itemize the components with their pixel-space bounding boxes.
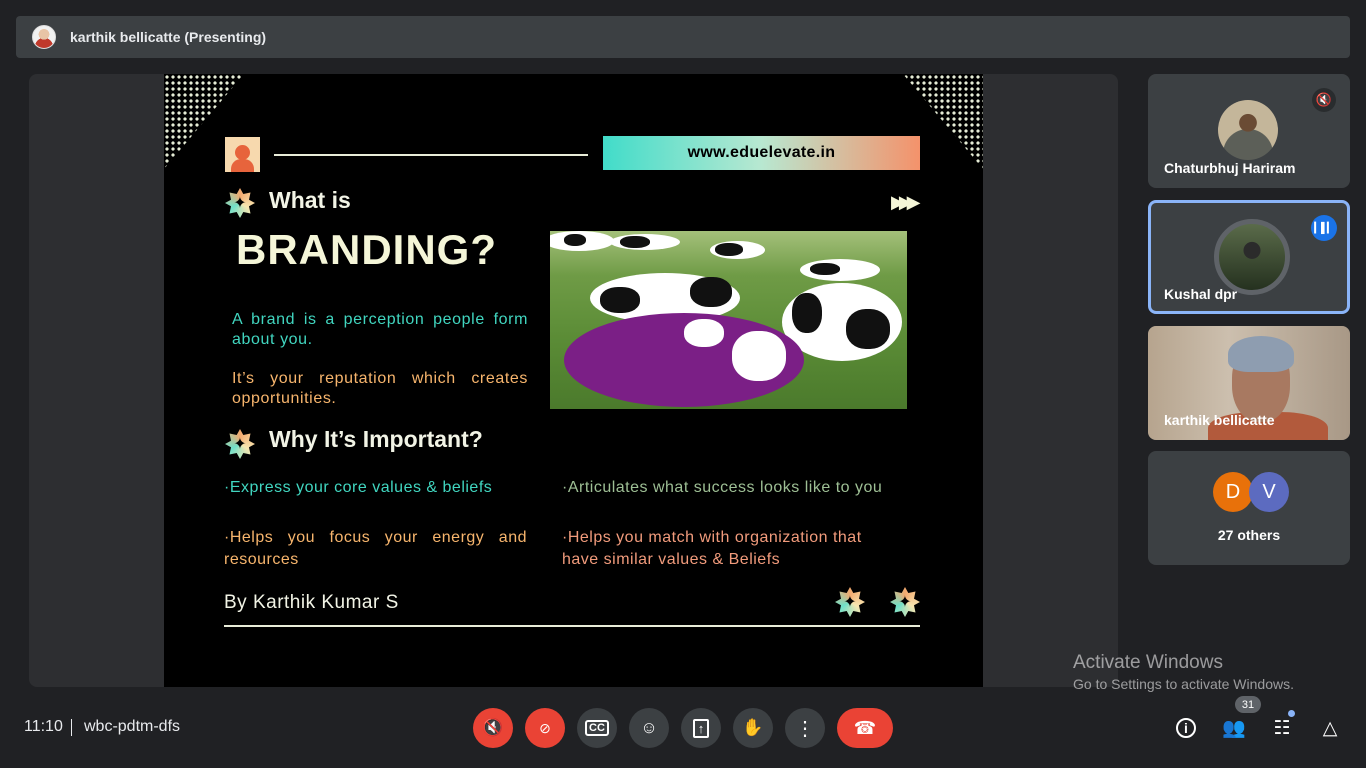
footer-divider [224,625,920,627]
activate-windows-title: Activate Windows [1073,652,1223,673]
raise-hand-button[interactable]: ✋ [733,708,773,748]
avatar: V [1249,472,1289,512]
others-count-label: 27 others [1217,527,1281,543]
participant-tile-others[interactable]: D V 27 others [1148,451,1350,565]
mic-off-icon: 🔇 [482,718,504,737]
bullet-match: ·Helps you match with organization that … [562,529,862,568]
presenter-bar: karthik bellicatte (Presenting) [16,16,1350,58]
participant-name: Chaturbhuj Hariram [1164,160,1296,176]
people-count-badge: 31 [1235,696,1261,713]
participant-avatar [1218,100,1278,160]
presenter-avatar [32,25,56,49]
chat-button[interactable]: ☷ [1268,714,1296,742]
meeting-details-button[interactable]: i [1172,714,1200,742]
cow-shape [710,241,765,259]
raise-hand-icon: ✋ [742,718,764,737]
heading-branding: BRANDING? [236,226,497,273]
purple-cow-shape [564,313,804,407]
slide-url-banner: www.eduelevate.in [603,136,920,170]
participant-tile-karthik[interactable]: karthik bellicatte [1148,326,1350,440]
present-button[interactable]: ↑ [681,708,721,748]
more-icon: ⋮ [795,717,815,740]
bullet-values: ·Express your core values & beliefs [224,479,493,496]
presentation-slide: www.eduelevate.in What is ▶▶▶ BRANDING? … [164,74,983,687]
participant-name: Kushal dpr [1164,286,1238,302]
participant-avatar [1214,219,1290,295]
info-icon: i [1176,718,1196,738]
paragraph-reputation: It’s your reputation which creates oppor… [232,370,528,407]
cow-shape [550,231,614,251]
people-icon: 👥 [1222,718,1246,739]
presenter-title: karthik bellicatte (Presenting) [70,29,267,45]
captions-icon: CC [585,720,609,736]
emoji-icon: ☺ [640,718,658,737]
chat-notification-dot [1288,710,1295,717]
activate-windows-subtitle: Go to Settings to activate Windows. [1073,676,1294,692]
camera-off-icon: ⊘ [539,719,551,736]
camera-toggle-button[interactable]: ⊘ [525,708,565,748]
header-divider [274,154,588,156]
activities-icon: △ [1322,717,1338,739]
speaking-indicator-icon: ▎▌▎ [1311,215,1337,241]
more-options-button[interactable]: ⋮ [785,708,825,748]
captions-button[interactable]: CC [577,708,617,748]
leave-call-button[interactable]: ☎ [837,708,893,748]
reactions-button[interactable]: ☺ [629,708,669,748]
slide-author: By Karthik Kumar S [224,592,399,613]
activities-button[interactable]: △ [1316,714,1344,742]
divider [71,719,72,736]
heading-why-important: Why It’s Important? [269,426,483,452]
sparkle-icon [835,587,865,617]
cow-shape [610,234,680,250]
person-icon [225,137,260,172]
presentation-stage[interactable]: www.eduelevate.in What is ▶▶▶ BRANDING? … [29,74,1118,687]
sparkle-icon [890,587,920,617]
cow-shape [800,259,880,281]
forward-arrows-icon: ▶▶▶ [891,192,920,212]
chat-icon: ☷ [1273,717,1291,739]
bullet-focus: ·Helps you focus your energy and resourc… [224,529,527,568]
sparkle-icon [225,429,255,459]
meeting-code: wbc-pdtm-dfs [84,718,181,735]
present-icon: ↑ [692,718,710,738]
bullet-success: ·Articulates what success looks like to … [562,479,883,496]
heading-what-is: What is [269,187,351,213]
participant-tile-kushal[interactable]: ▎▌▎ Kushal dpr [1148,200,1350,314]
sparkle-icon [225,188,255,218]
mic-toggle-button[interactable]: 🔇 [473,708,513,748]
participant-name: karthik bellicatte [1164,412,1275,428]
avatar: D [1213,472,1253,512]
mic-off-icon: 🔇 [1312,88,1336,112]
hangup-icon: ☎ [853,717,877,738]
people-button[interactable]: 👥 [1220,714,1248,742]
cows-photo [550,231,907,409]
paragraph-perception: A brand is a perception people form abou… [232,311,528,348]
meeting-clock: 11:10 [24,718,63,735]
participant-tile-chaturbhuj[interactable]: 🔇 Chaturbhuj Hariram [1148,74,1350,188]
